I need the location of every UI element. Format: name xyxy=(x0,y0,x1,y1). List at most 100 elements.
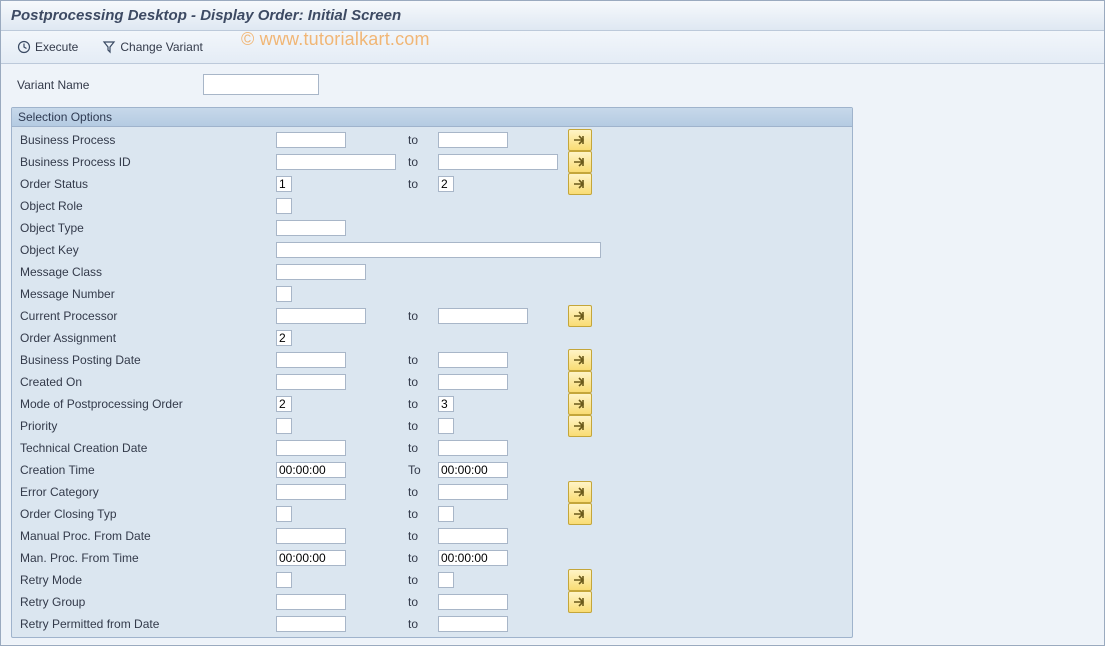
field-label: Error Category xyxy=(18,485,276,499)
to-input[interactable] xyxy=(438,308,528,324)
from-input[interactable] xyxy=(276,484,346,500)
from-input[interactable] xyxy=(276,594,346,610)
multiple-selection-button[interactable] xyxy=(568,371,592,393)
selection-row: Current Processorto xyxy=(18,305,846,327)
selection-row: Order Statusto xyxy=(18,173,846,195)
field-label: Business Posting Date xyxy=(18,353,276,367)
page-title: Postprocessing Desktop - Display Order: … xyxy=(11,7,401,24)
field-label: Business Process xyxy=(18,133,276,147)
from-input[interactable] xyxy=(276,374,346,390)
change-variant-button[interactable]: Change Variant xyxy=(94,38,211,56)
from-input[interactable] xyxy=(276,440,346,456)
arrow-right-icon xyxy=(573,596,587,608)
variant-name-label: Variant Name xyxy=(17,78,203,92)
from-input[interactable] xyxy=(276,242,601,258)
multiple-selection-button[interactable] xyxy=(568,129,592,151)
arrow-right-icon xyxy=(573,156,587,168)
from-input[interactable] xyxy=(276,330,292,346)
to-input[interactable] xyxy=(438,154,558,170)
to-label: to xyxy=(406,397,438,411)
selection-row: Mode of Postprocessing Orderto xyxy=(18,393,846,415)
to-input[interactable] xyxy=(438,374,508,390)
from-input[interactable] xyxy=(276,264,366,280)
multiple-selection-button[interactable] xyxy=(568,173,592,195)
to-input[interactable] xyxy=(438,594,508,610)
field-label: Priority xyxy=(18,419,276,433)
to-input[interactable] xyxy=(438,440,508,456)
to-input[interactable] xyxy=(438,616,508,632)
multiple-selection-button[interactable] xyxy=(568,481,592,503)
from-input[interactable] xyxy=(276,550,346,566)
from-input[interactable] xyxy=(276,286,292,302)
from-input[interactable] xyxy=(276,462,346,478)
to-label: to xyxy=(406,441,438,455)
variant-name-input[interactable] xyxy=(203,74,319,95)
funnel-icon xyxy=(102,40,116,54)
to-label: to xyxy=(406,617,438,631)
from-input[interactable] xyxy=(276,528,346,544)
selection-row: Order Assignment xyxy=(18,327,846,349)
selection-row: Message Class xyxy=(18,261,846,283)
to-input[interactable] xyxy=(438,462,508,478)
multiple-selection-button[interactable] xyxy=(568,503,592,525)
selection-row: Message Number xyxy=(18,283,846,305)
to-label: to xyxy=(406,419,438,433)
multiple-selection-button[interactable] xyxy=(568,151,592,173)
from-input[interactable] xyxy=(276,396,292,412)
selection-row: Retry Groupto xyxy=(18,591,846,613)
to-input[interactable] xyxy=(438,572,454,588)
field-label: Creation Time xyxy=(18,463,276,477)
multiple-selection-button[interactable] xyxy=(568,415,592,437)
from-input[interactable] xyxy=(276,220,346,236)
selection-row: Order Closing Typto xyxy=(18,503,846,525)
from-input[interactable] xyxy=(276,198,292,214)
to-label: to xyxy=(406,309,438,323)
selection-row: Object Type xyxy=(18,217,846,239)
to-label: to xyxy=(406,133,438,147)
from-input[interactable] xyxy=(276,176,292,192)
to-input[interactable] xyxy=(438,352,508,368)
to-label: to xyxy=(406,485,438,499)
field-label: Object Role xyxy=(18,199,276,213)
to-label: To xyxy=(406,463,438,477)
multiple-selection-button[interactable] xyxy=(568,591,592,613)
arrow-right-icon xyxy=(573,574,587,586)
multiple-selection-button[interactable] xyxy=(568,305,592,327)
from-input[interactable] xyxy=(276,308,366,324)
to-input[interactable] xyxy=(438,176,454,192)
selection-row: Retry Modeto xyxy=(18,569,846,591)
to-input[interactable] xyxy=(438,528,508,544)
to-input[interactable] xyxy=(438,484,508,500)
selection-row: Created Onto xyxy=(18,371,846,393)
to-input[interactable] xyxy=(438,418,454,434)
from-input[interactable] xyxy=(276,572,292,588)
field-label: Retry Group xyxy=(18,595,276,609)
from-input[interactable] xyxy=(276,154,396,170)
arrow-right-icon xyxy=(573,310,587,322)
arrow-right-icon xyxy=(573,178,587,190)
selection-row: Business Posting Date to xyxy=(18,349,846,371)
from-input[interactable] xyxy=(276,352,346,368)
selection-row: Creation Time To xyxy=(18,459,846,481)
multiple-selection-button[interactable] xyxy=(568,569,592,591)
to-input[interactable] xyxy=(438,506,454,522)
to-label: to xyxy=(406,353,438,367)
field-label: Message Class xyxy=(18,265,276,279)
execute-button[interactable]: Execute xyxy=(9,38,86,56)
to-label: to xyxy=(406,529,438,543)
to-label: to xyxy=(406,155,438,169)
from-input[interactable] xyxy=(276,616,346,632)
selection-row: Manual Proc. From Dateto xyxy=(18,525,846,547)
from-input[interactable] xyxy=(276,418,292,434)
selection-row: Error Category to xyxy=(18,481,846,503)
from-input[interactable] xyxy=(276,132,346,148)
field-label: Business Process ID xyxy=(18,155,276,169)
from-input[interactable] xyxy=(276,506,292,522)
selection-row: Man. Proc. From Timeto xyxy=(18,547,846,569)
arrow-right-icon xyxy=(573,134,587,146)
to-input[interactable] xyxy=(438,550,508,566)
to-input[interactable] xyxy=(438,132,508,148)
multiple-selection-button[interactable] xyxy=(568,349,592,371)
multiple-selection-button[interactable] xyxy=(568,393,592,415)
to-input[interactable] xyxy=(438,396,454,412)
